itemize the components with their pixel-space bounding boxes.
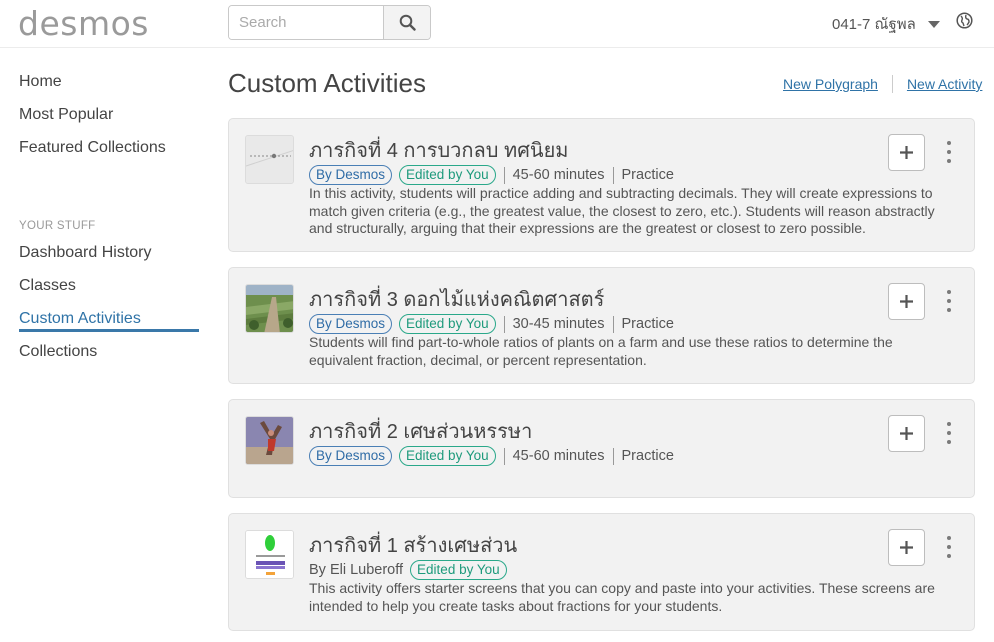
by-desmos-badge: By Desmos (309, 165, 393, 185)
sidebar-item-collections[interactable]: Collections (19, 343, 97, 361)
activity-thumbnail (245, 135, 294, 184)
user-menu[interactable]: 041-7 ณัฐพล (832, 12, 940, 36)
activity-title[interactable]: ภารกิจที่ 4 การบวกลบ ทศนิยม (309, 134, 568, 166)
edited-by-you-badge: Edited by You (399, 446, 496, 466)
sidebar-item-featured-collections[interactable]: Featured Collections (19, 139, 166, 157)
active-indicator (19, 329, 199, 332)
sidebar-section-your-stuff: YOUR STUFF (19, 220, 96, 232)
activity-meta: By Desmos Edited by You 45-60 minutes Pr… (309, 446, 674, 466)
activity-duration: 45-60 minutes (512, 167, 605, 183)
edited-by-you-badge: Edited by You (410, 560, 507, 580)
activity-title[interactable]: ภารกิจที่ 3 ดอกไม้แห่งคณิตศาสตร์ (309, 283, 604, 315)
dancer-photo-image (246, 417, 293, 464)
activity-description: This activity offers starter screens tha… (309, 580, 935, 614)
activity-title[interactable]: ภารกิจที่ 2 เศษส่วนหรรษา (309, 415, 532, 447)
plus-icon (900, 146, 913, 159)
by-desmos-badge: By Desmos (309, 446, 393, 466)
activity-meta: By Desmos Edited by You 45-60 minutes Pr… (309, 165, 674, 185)
user-name: 041-7 ณัฐพล (832, 16, 916, 33)
activity-duration: 30-45 minutes (512, 316, 605, 332)
activity-card[interactable]: ภารกิจที่ 4 การบวกลบ ทศนิยม By Desmos Ed… (228, 118, 975, 252)
more-options-icon[interactable] (945, 290, 953, 312)
plus-icon (900, 541, 913, 554)
chevron-down-icon (927, 20, 940, 28)
add-activity-button[interactable] (888, 283, 925, 320)
activity-description: Students will find part-to-whole ratios … (309, 334, 893, 368)
sidebar-item-dashboard-history[interactable]: Dashboard History (19, 244, 152, 262)
by-desmos-badge: By Desmos (309, 314, 393, 334)
activity-tag: Practice (621, 448, 674, 464)
more-options-icon[interactable] (945, 141, 953, 163)
globe-icon[interactable] (956, 12, 973, 29)
plus-icon (900, 295, 913, 308)
search-input[interactable] (229, 6, 383, 39)
search-box (228, 5, 431, 40)
activity-card[interactable]: ภารกิจที่ 3 ดอกไม้แห่งคณิตศาสตร์ By Desm… (228, 267, 975, 384)
sidebar-item-custom-activities[interactable]: Custom Activities (19, 310, 141, 328)
fraction-screens-image (246, 531, 293, 578)
sidebar-item-classes[interactable]: Classes (19, 277, 76, 295)
activity-tag: Practice (621, 316, 674, 332)
search-button[interactable] (383, 6, 430, 39)
activity-description: In this activity, students will practice… (309, 185, 935, 236)
more-options-icon[interactable] (945, 536, 953, 558)
more-options-icon[interactable] (945, 422, 953, 444)
activity-title[interactable]: ภารกิจที่ 1 สร้างเศษส่วน (309, 529, 517, 561)
activity-thumbnail (245, 416, 294, 465)
activity-meta: By Eli Luberoff Edited by You (309, 560, 507, 580)
desmos-logo[interactable]: desmos (18, 4, 149, 43)
create-links: New Polygraph New Activity (783, 75, 982, 93)
meta-divider (612, 315, 614, 333)
sidebar-item-most-popular[interactable]: Most Popular (19, 106, 113, 124)
activity-card[interactable]: ภารกิจที่ 2 เศษส่วนหรรษา By Desmos Edite… (228, 399, 975, 498)
sidebar-item-home[interactable]: Home (19, 73, 62, 91)
meta-divider (612, 166, 614, 184)
search-icon (399, 14, 416, 31)
meta-divider (503, 166, 505, 184)
add-activity-button[interactable] (888, 415, 925, 452)
meta-divider (612, 447, 614, 465)
plus-icon (900, 427, 913, 440)
add-activity-button[interactable] (888, 529, 925, 566)
activity-duration: 45-60 minutes (512, 448, 605, 464)
number-line-image (246, 136, 293, 183)
edited-by-you-badge: Edited by You (399, 314, 496, 334)
link-divider (891, 75, 893, 93)
add-activity-button[interactable] (888, 134, 925, 171)
new-activity-link[interactable]: New Activity (907, 76, 982, 92)
activity-meta: By Desmos Edited by You 30-45 minutes Pr… (309, 314, 674, 334)
farm-photo-image (246, 285, 293, 332)
edited-by-you-badge: Edited by You (399, 165, 496, 185)
activity-thumbnail (245, 284, 294, 333)
meta-divider (503, 315, 505, 333)
page-title: Custom Activities (228, 68, 426, 98)
activity-author: By Eli Luberoff (309, 562, 404, 578)
new-polygraph-link[interactable]: New Polygraph (783, 76, 878, 92)
top-header: desmos 041-7 ณัฐพล (0, 0, 994, 48)
activity-card[interactable]: ภารกิจที่ 1 สร้างเศษส่วน By Eli Luberoff… (228, 513, 975, 631)
activity-thumbnail (245, 530, 294, 579)
meta-divider (503, 447, 505, 465)
activity-tag: Practice (621, 167, 674, 183)
